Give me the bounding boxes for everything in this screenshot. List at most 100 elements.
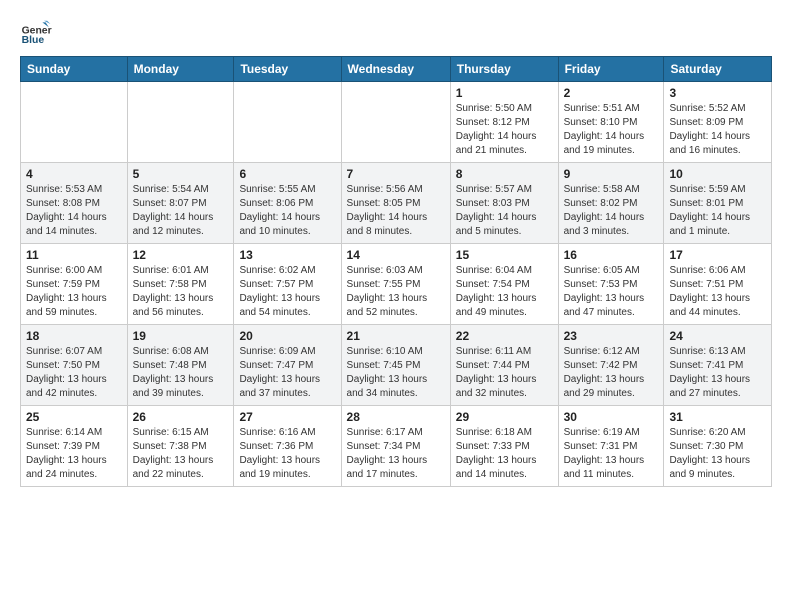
- day-info: Sunrise: 6:19 AM Sunset: 7:31 PM Dayligh…: [564, 426, 659, 482]
- calendar-cell: 10 Sunrise: 5:59 AM Sunset: 8:01 PM Dayli…: [664, 163, 772, 244]
- day-number: 12: [133, 248, 229, 262]
- day-of-week-header: Sunday: [21, 57, 128, 82]
- day-info: Sunrise: 6:11 AM Sunset: 7:44 PM Dayligh…: [456, 345, 553, 401]
- day-number: 4: [26, 167, 122, 181]
- calendar-week-row: 1Sunrise: 5:50 AM Sunset: 8:12 PM Daylig…: [21, 82, 772, 163]
- calendar-cell: 23Sunrise: 6:12 AM Sunset: 7:42 PM Dayli…: [558, 325, 664, 406]
- calendar-cell: 13 Sunrise: 6:02 AM Sunset: 7:57 PM Dayli…: [234, 244, 341, 325]
- calendar-cell: 29 Sunrise: 6:18 AM Sunset: 7:33 PM Dayli…: [450, 406, 558, 487]
- day-number: 2: [564, 86, 659, 100]
- day-info: Sunrise: 6:10 AM Sunset: 7:45 PM Dayligh…: [347, 345, 445, 401]
- calendar-cell: 27 Sunrise: 6:16 AM Sunset: 7:36 PM Dayli…: [234, 406, 341, 487]
- day-info: Sunrise: 6:16 AM Sunset: 7:36 PM Dayligh…: [239, 426, 335, 482]
- calendar-week-row: 11Sunrise: 6:00 AM Sunset: 7:59 PM Dayli…: [21, 244, 772, 325]
- day-of-week-header: Saturday: [664, 57, 772, 82]
- day-info: Sunrise: 5:57 AM Sunset: 8:03 PM Dayligh…: [456, 183, 553, 239]
- svg-text:Blue: Blue: [22, 35, 45, 46]
- day-info: Sunrise: 5:54 AM Sunset: 8:07 PM Dayligh…: [133, 183, 229, 239]
- day-number: 19: [133, 329, 229, 343]
- calendar-cell: 26 Sunrise: 6:15 AM Sunset: 7:38 PM Dayli…: [127, 406, 234, 487]
- calendar-cell: [127, 82, 234, 163]
- calendar-cell: 30 Sunrise: 6:19 AM Sunset: 7:31 PM Dayli…: [558, 406, 664, 487]
- calendar-cell: 19 Sunrise: 6:08 AM Sunset: 7:48 PM Dayli…: [127, 325, 234, 406]
- day-info: Sunrise: 6:05 AM Sunset: 7:53 PM Dayligh…: [564, 264, 659, 320]
- day-info: Sunrise: 6:09 AM Sunset: 7:47 PM Dayligh…: [239, 345, 335, 401]
- day-info: Sunrise: 6:17 AM Sunset: 7:34 PM Dayligh…: [347, 426, 445, 482]
- day-info: Sunrise: 5:53 AM Sunset: 8:08 PM Dayligh…: [26, 183, 122, 239]
- day-info: Sunrise: 6:04 AM Sunset: 7:54 PM Dayligh…: [456, 264, 553, 320]
- calendar-cell: [21, 82, 128, 163]
- day-info: Sunrise: 5:51 AM Sunset: 8:10 PM Dayligh…: [564, 102, 659, 158]
- day-number: 9: [564, 167, 659, 181]
- day-info: Sunrise: 5:58 AM Sunset: 8:02 PM Dayligh…: [564, 183, 659, 239]
- calendar-cell: 20 Sunrise: 6:09 AM Sunset: 7:47 PM Dayli…: [234, 325, 341, 406]
- day-info: Sunrise: 6:15 AM Sunset: 7:38 PM Dayligh…: [133, 426, 229, 482]
- calendar-cell: 14 Sunrise: 6:03 AM Sunset: 7:55 PM Dayli…: [341, 244, 450, 325]
- day-number: 22: [456, 329, 553, 343]
- calendar-cell: 6Sunrise: 5:55 AM Sunset: 8:06 PM Daylig…: [234, 163, 341, 244]
- day-info: Sunrise: 5:56 AM Sunset: 8:05 PM Dayligh…: [347, 183, 445, 239]
- calendar-cell: [234, 82, 341, 163]
- calendar-cell: 5Sunrise: 5:54 AM Sunset: 8:07 PM Daylig…: [127, 163, 234, 244]
- day-of-week-header: Monday: [127, 57, 234, 82]
- day-number: 27: [239, 410, 335, 424]
- calendar-cell: 15Sunrise: 6:04 AM Sunset: 7:54 PM Dayli…: [450, 244, 558, 325]
- day-info: Sunrise: 6:08 AM Sunset: 7:48 PM Dayligh…: [133, 345, 229, 401]
- calendar-cell: 4 Sunrise: 5:53 AM Sunset: 8:08 PM Daylig…: [21, 163, 128, 244]
- calendar-cell: 11Sunrise: 6:00 AM Sunset: 7:59 PM Dayli…: [21, 244, 128, 325]
- calendar-week-row: 25Sunrise: 6:14 AM Sunset: 7:39 PM Dayli…: [21, 406, 772, 487]
- day-info: Sunrise: 6:20 AM Sunset: 7:30 PM Dayligh…: [669, 426, 766, 482]
- day-number: 25: [26, 410, 122, 424]
- calendar-cell: 7 Sunrise: 5:56 AM Sunset: 8:05 PM Daylig…: [341, 163, 450, 244]
- calendar-cell: [341, 82, 450, 163]
- day-number: 20: [239, 329, 335, 343]
- day-info: Sunrise: 6:06 AM Sunset: 7:51 PM Dayligh…: [669, 264, 766, 320]
- day-info: Sunrise: 6:18 AM Sunset: 7:33 PM Dayligh…: [456, 426, 553, 482]
- day-number: 10: [669, 167, 766, 181]
- logo-icon: General Blue: [20, 16, 52, 48]
- day-number: 6: [239, 167, 335, 181]
- calendar-cell: 28 Sunrise: 6:17 AM Sunset: 7:34 PM Dayli…: [341, 406, 450, 487]
- day-number: 18: [26, 329, 122, 343]
- day-number: 13: [239, 248, 335, 262]
- day-info: Sunrise: 6:12 AM Sunset: 7:42 PM Dayligh…: [564, 345, 659, 401]
- day-number: 29: [456, 410, 553, 424]
- calendar-table: SundayMondayTuesdayWednesdayThursdayFrid…: [20, 56, 772, 487]
- calendar-cell: 12Sunrise: 6:01 AM Sunset: 7:58 PM Dayli…: [127, 244, 234, 325]
- day-number: 14: [347, 248, 445, 262]
- day-of-week-header: Wednesday: [341, 57, 450, 82]
- day-number: 17: [669, 248, 766, 262]
- page-header: General Blue: [20, 16, 772, 48]
- day-number: 21: [347, 329, 445, 343]
- calendar-cell: 1Sunrise: 5:50 AM Sunset: 8:12 PM Daylig…: [450, 82, 558, 163]
- logo: General Blue: [20, 16, 52, 48]
- day-number: 3: [669, 86, 766, 100]
- calendar-cell: 18 Sunrise: 6:07 AM Sunset: 7:50 PM Dayli…: [21, 325, 128, 406]
- day-info: Sunrise: 6:02 AM Sunset: 7:57 PM Dayligh…: [239, 264, 335, 320]
- day-info: Sunrise: 5:59 AM Sunset: 8:01 PM Dayligh…: [669, 183, 766, 239]
- day-number: 31: [669, 410, 766, 424]
- calendar-cell: 3 Sunrise: 5:52 AM Sunset: 8:09 PM Daylig…: [664, 82, 772, 163]
- calendar-cell: 24Sunrise: 6:13 AM Sunset: 7:41 PM Dayli…: [664, 325, 772, 406]
- calendar-week-row: 4 Sunrise: 5:53 AM Sunset: 8:08 PM Daylig…: [21, 163, 772, 244]
- day-number: 24: [669, 329, 766, 343]
- calendar-week-row: 18 Sunrise: 6:07 AM Sunset: 7:50 PM Dayli…: [21, 325, 772, 406]
- calendar-cell: 17 Sunrise: 6:06 AM Sunset: 7:51 PM Dayli…: [664, 244, 772, 325]
- day-info: Sunrise: 6:07 AM Sunset: 7:50 PM Dayligh…: [26, 345, 122, 401]
- calendar-cell: 25Sunrise: 6:14 AM Sunset: 7:39 PM Dayli…: [21, 406, 128, 487]
- day-number: 28: [347, 410, 445, 424]
- day-info: Sunrise: 5:52 AM Sunset: 8:09 PM Dayligh…: [669, 102, 766, 158]
- calendar-cell: 16Sunrise: 6:05 AM Sunset: 7:53 PM Dayli…: [558, 244, 664, 325]
- day-of-week-header: Tuesday: [234, 57, 341, 82]
- day-number: 7: [347, 167, 445, 181]
- day-info: Sunrise: 6:03 AM Sunset: 7:55 PM Dayligh…: [347, 264, 445, 320]
- day-number: 30: [564, 410, 659, 424]
- day-of-week-header: Thursday: [450, 57, 558, 82]
- calendar-cell: 21 Sunrise: 6:10 AM Sunset: 7:45 PM Dayli…: [341, 325, 450, 406]
- day-info: Sunrise: 6:00 AM Sunset: 7:59 PM Dayligh…: [26, 264, 122, 320]
- calendar-header-row: SundayMondayTuesdayWednesdayThursdayFrid…: [21, 57, 772, 82]
- day-number: 8: [456, 167, 553, 181]
- day-number: 26: [133, 410, 229, 424]
- calendar-cell: 8 Sunrise: 5:57 AM Sunset: 8:03 PM Daylig…: [450, 163, 558, 244]
- calendar-cell: 31 Sunrise: 6:20 AM Sunset: 7:30 PM Dayli…: [664, 406, 772, 487]
